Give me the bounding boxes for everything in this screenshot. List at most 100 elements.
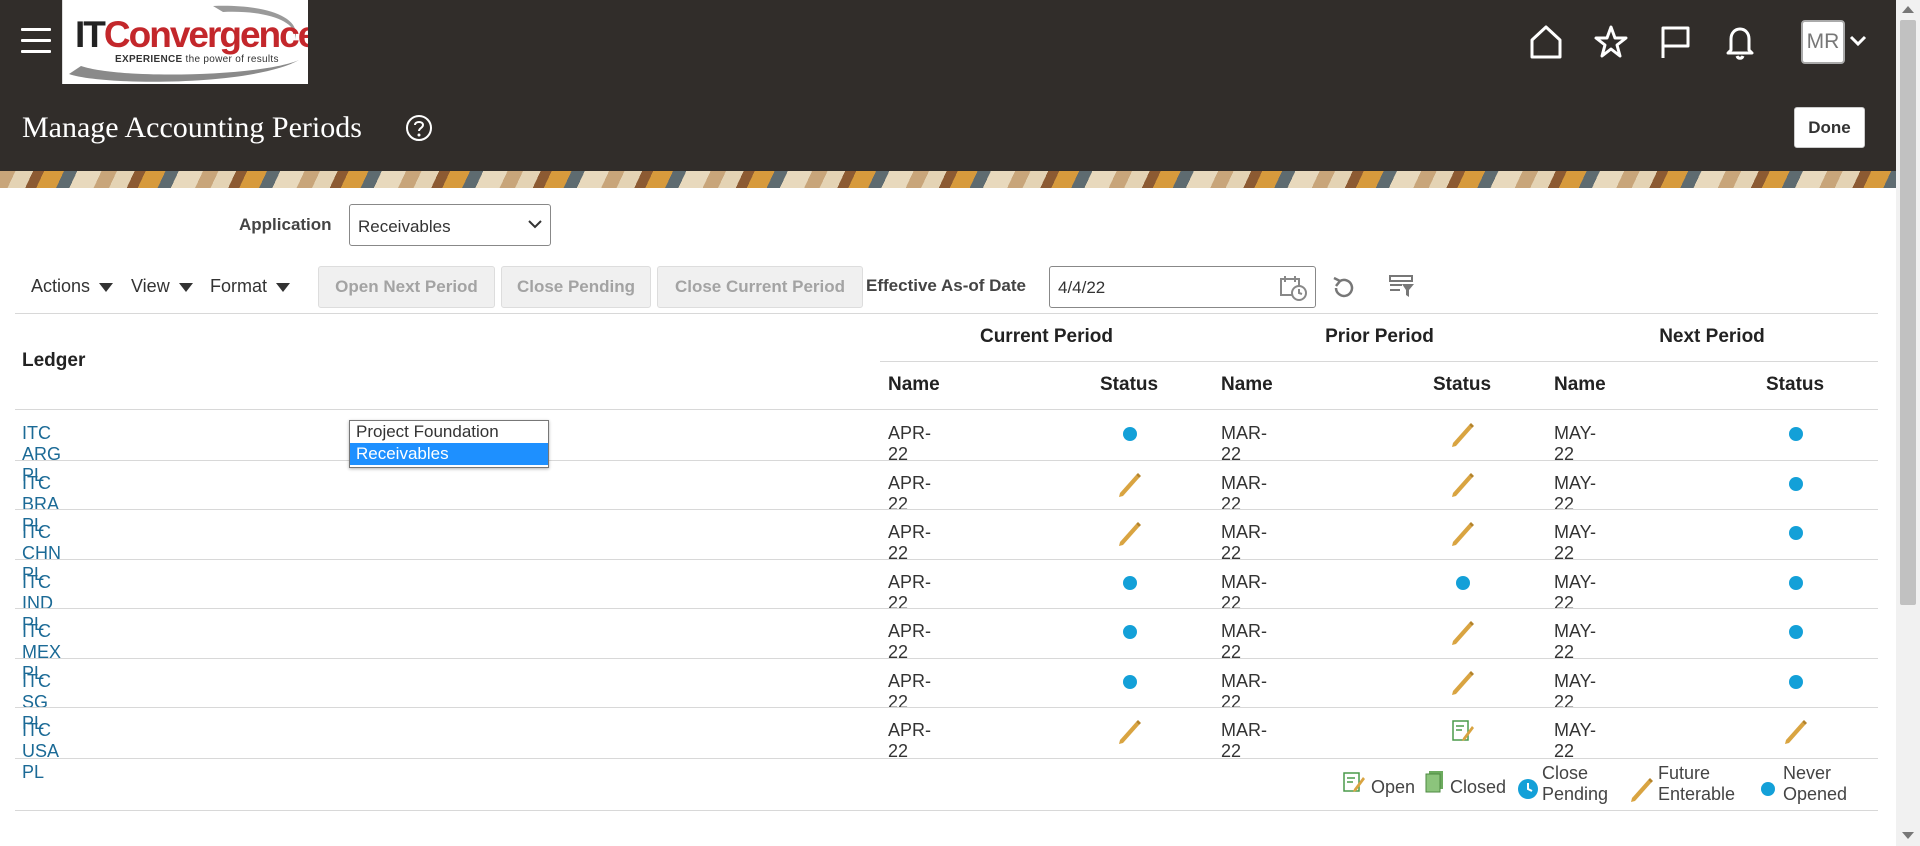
future-enterable-status-icon — [1452, 522, 1474, 546]
prior-period-group-header: Prior Period — [1325, 326, 1434, 347]
chevron-down-icon[interactable] — [1849, 34, 1867, 48]
future-enterable-status-icon — [1119, 472, 1141, 497]
company-logo[interactable]: ITConvergence EXPERIENCE the power of re… — [62, 0, 308, 84]
scroll-up-arrow-icon[interactable] — [1902, 6, 1914, 13]
future-enterable-status-icon — [1452, 472, 1474, 497]
row-divider — [15, 558, 1878, 560]
close-pending-icon — [1518, 779, 1538, 799]
legend-future-enterable-line2: Enterable — [1658, 784, 1736, 804]
ledger-link[interactable]: ITC USA PL — [22, 720, 58, 783]
legend-closed-label: Closed — [1450, 777, 1507, 797]
next-status-column-header[interactable]: Status — [1766, 374, 1824, 396]
never-opened-status-icon — [1789, 476, 1803, 491]
future-enterable-status-icon — [1452, 670, 1474, 695]
ledger-column-header[interactable]: Ledger — [22, 350, 85, 372]
closed-period-icon — [1425, 771, 1443, 793]
row-divider — [15, 707, 1878, 708]
current-period-group-header: Current Period — [979, 326, 1114, 347]
prior-period-name: MAR-22 — [1221, 720, 1267, 761]
logo-wordmark: ITConvergence — [75, 14, 308, 55]
logo-tagline: EXPERIENCE the power of results — [115, 54, 279, 65]
user-avatar[interactable]: MR — [1801, 20, 1845, 64]
format-menu[interactable]: Format — [210, 276, 291, 297]
future-enterable-status-icon — [1452, 621, 1474, 645]
prior-name-column-header[interactable]: Name — [1221, 374, 1273, 396]
chevron-down-icon — [528, 220, 542, 229]
row-divider — [15, 509, 1878, 510]
future-enterable-status-icon — [1119, 720, 1141, 744]
row-divider — [15, 657, 1878, 659]
application-select[interactable]: Receivables — [349, 204, 551, 246]
application-option-receivables[interactable]: Receivables — [350, 443, 548, 465]
close-pending-button[interactable]: Close Pending — [501, 266, 651, 308]
never-opened-status-icon — [1456, 575, 1470, 590]
never-opened-status-icon — [1789, 674, 1803, 689]
row-divider — [15, 459, 1878, 461]
future-enterable-status-icon — [1119, 522, 1141, 546]
application-select-value: Receivables — [358, 217, 451, 236]
never-opened-status-icon — [1789, 526, 1803, 540]
current-period-name: APR-22 — [888, 720, 932, 761]
effective-date-input[interactable]: 4/4/22 — [1049, 266, 1316, 308]
legend-open-label: Open — [1371, 777, 1416, 797]
page-title: Manage Accounting Periods — [22, 111, 362, 144]
dropdown-triangle-icon — [178, 282, 193, 292]
navigator-menu-icon[interactable] — [21, 28, 51, 54]
bell-icon[interactable] — [1721, 22, 1759, 62]
scrollbar-thumb[interactable] — [1900, 20, 1916, 605]
never-opened-status-icon — [1123, 427, 1137, 441]
current-status-column-header[interactable]: Status — [1100, 374, 1158, 396]
application-label: Application — [239, 215, 332, 234]
next-name-column-header[interactable]: Name — [1554, 374, 1606, 396]
future-enterable-status-icon — [1785, 720, 1807, 744]
actions-menu[interactable]: Actions — [31, 276, 114, 297]
calendar-icon[interactable] — [1279, 275, 1307, 301]
group-header-divider — [880, 361, 1878, 362]
never-opened-status-icon — [1789, 575, 1803, 590]
never-opened-status-icon — [1123, 674, 1137, 689]
table-bottom-border — [15, 758, 1878, 759]
legend-close-pending-line2: Pending — [1542, 784, 1609, 804]
flag-icon[interactable] — [1656, 22, 1694, 62]
legend-future-enterable-line1: Future — [1658, 763, 1711, 783]
legend-never-opened-line2: Opened — [1783, 784, 1848, 804]
open-period-icon — [1343, 772, 1365, 792]
future-enterable-status-icon — [1452, 423, 1474, 447]
never-opened-icon — [1761, 782, 1775, 796]
query-by-example-icon[interactable] — [1388, 272, 1416, 300]
application-options-list: Project Foundation Receivables — [349, 420, 549, 468]
open-status-icon — [1452, 720, 1474, 741]
refresh-icon[interactable] — [1330, 274, 1358, 302]
vertical-scrollbar[interactable] — [1896, 0, 1920, 846]
help-icon[interactable] — [405, 114, 433, 142]
never-opened-status-icon — [1789, 427, 1803, 441]
star-icon[interactable] — [1592, 22, 1630, 62]
home-icon[interactable] — [1527, 22, 1565, 62]
never-opened-status-icon — [1123, 625, 1137, 639]
dropdown-triangle-icon — [99, 282, 114, 292]
global-header: ITConvergence EXPERIENCE the power of re… — [0, 0, 1896, 171]
scroll-down-arrow-icon[interactable] — [1902, 832, 1914, 839]
effective-date-value: 4/4/22 — [1058, 278, 1106, 297]
next-period-group-header: Next Period — [1659, 326, 1765, 347]
done-button[interactable]: Done — [1794, 107, 1865, 148]
never-opened-status-icon — [1123, 575, 1137, 590]
next-period-name: MAY-22 — [1554, 720, 1597, 761]
never-opened-status-icon — [1789, 625, 1803, 639]
legend-close-pending-line1: Close — [1542, 763, 1589, 783]
dropdown-triangle-icon — [276, 282, 291, 292]
header-bottom-border — [15, 409, 1878, 410]
decorative-banner — [0, 171, 1896, 188]
close-current-period-button[interactable]: Close Current Period — [657, 266, 863, 308]
row-divider — [15, 608, 1878, 609]
legend-never-opened-line1: Never — [1783, 763, 1832, 783]
future-enterable-icon — [1631, 778, 1653, 802]
open-next-period-button[interactable]: Open Next Period — [318, 266, 495, 308]
application-option-project-foundation[interactable]: Project Foundation — [350, 421, 548, 443]
legend-bottom-border — [15, 810, 1878, 811]
effective-date-label: Effective As-of Date — [866, 276, 1026, 295]
view-menu[interactable]: View — [131, 276, 193, 297]
table-top-border — [15, 313, 1878, 314]
current-name-column-header[interactable]: Name — [888, 374, 940, 396]
prior-status-column-header[interactable]: Status — [1433, 374, 1491, 396]
